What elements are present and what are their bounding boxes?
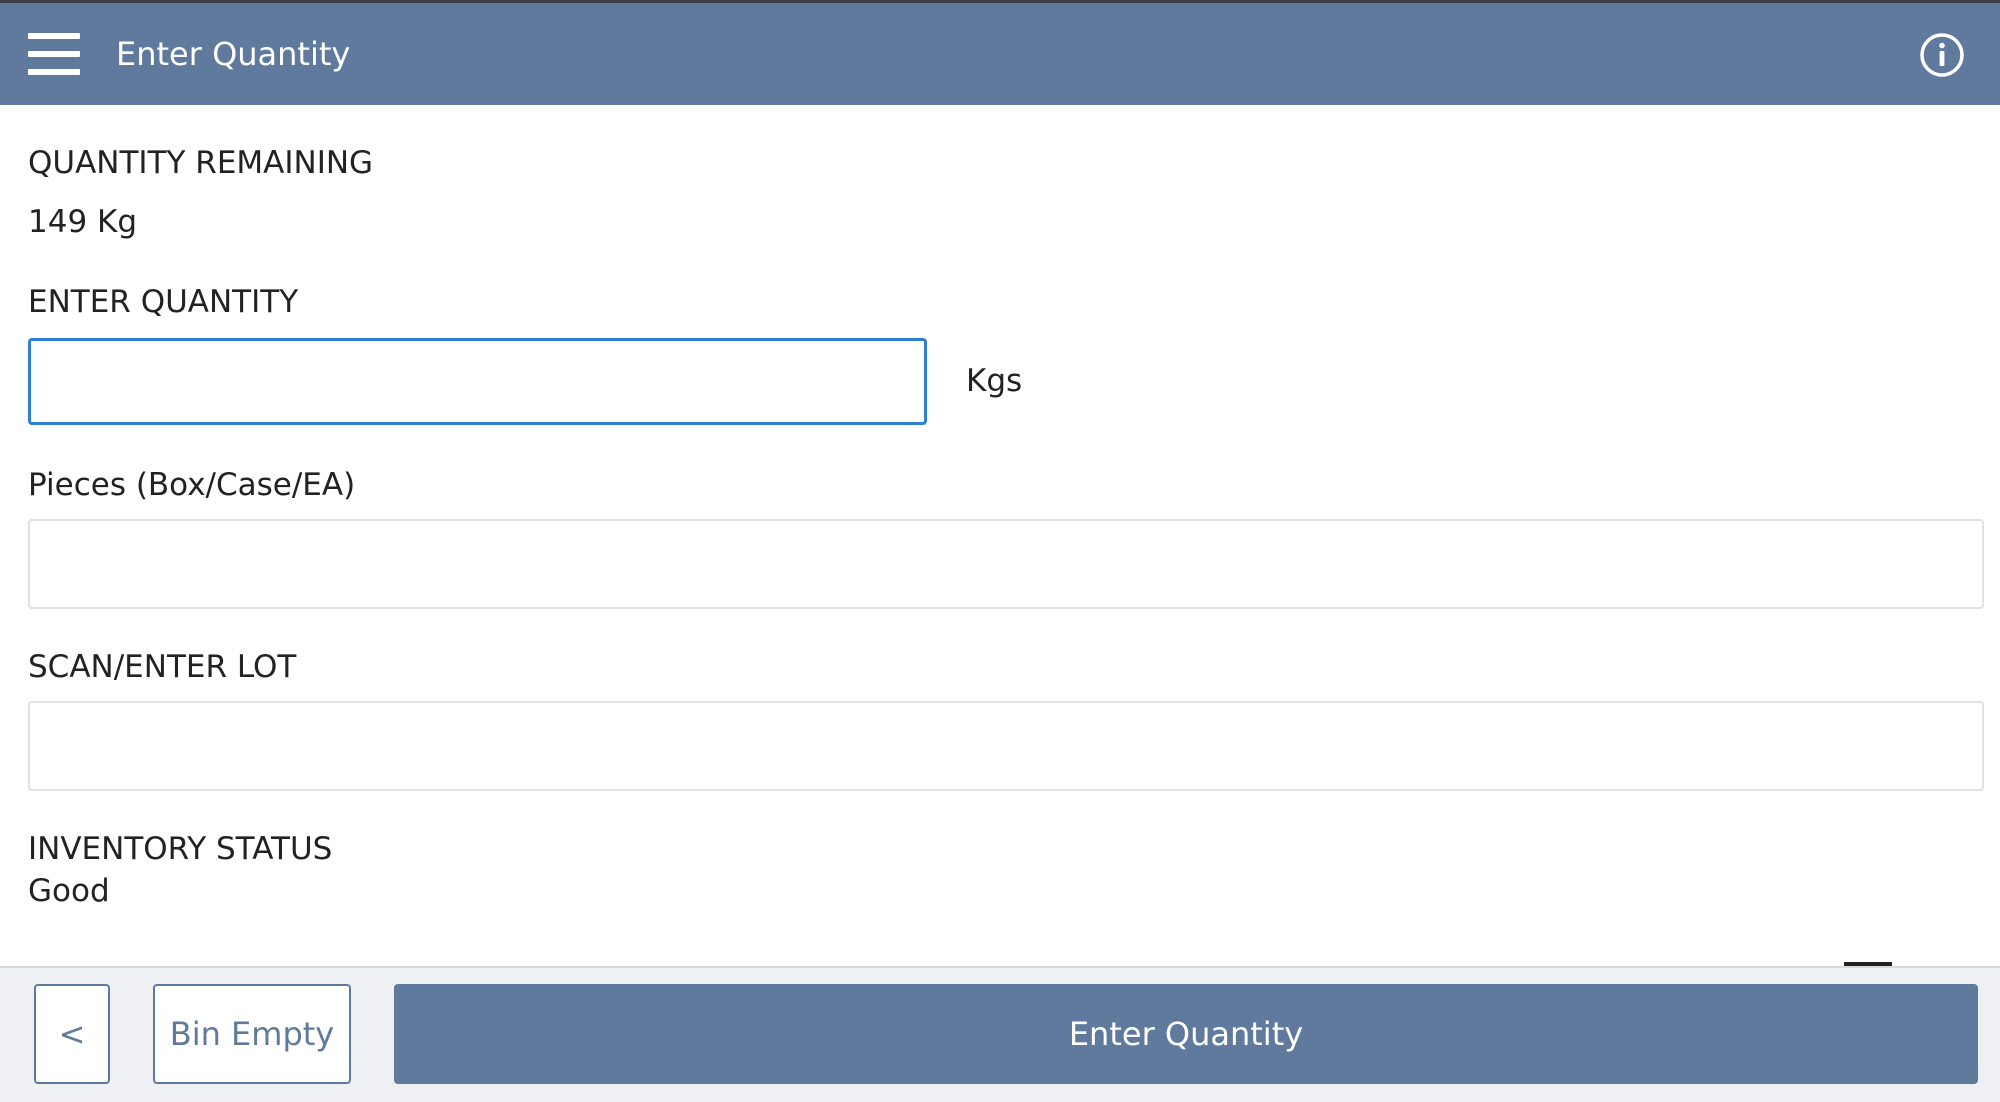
inventory-status-label: INVENTORY STATUS xyxy=(28,831,333,867)
hamburger-menu-icon[interactable] xyxy=(28,33,80,75)
inventory-status-value: Good xyxy=(28,873,110,909)
enter-quantity-label: ENTER QUANTITY xyxy=(28,284,299,320)
bin-empty-button[interactable]: Bin Empty xyxy=(153,984,351,1084)
pieces-input[interactable] xyxy=(28,519,1984,609)
page-title: Enter Quantity xyxy=(116,35,351,73)
pieces-label: Pieces (Box/Case/EA) xyxy=(28,467,356,503)
enter-quantity-button[interactable]: Enter Quantity xyxy=(394,984,1978,1084)
lot-label: SCAN/ENTER LOT xyxy=(28,649,297,685)
back-button[interactable]: < xyxy=(34,984,110,1084)
app-header: Enter Quantity xyxy=(0,3,2000,105)
quantity-remaining-label: QUANTITY REMAINING xyxy=(28,145,374,181)
quantity-remaining-value: 149 Kg xyxy=(28,204,138,240)
lot-input[interactable] xyxy=(28,701,1984,791)
info-circle-icon[interactable] xyxy=(1918,31,1966,79)
quantity-unit-label: Kgs xyxy=(966,363,1023,399)
enter-quantity-input[interactable] xyxy=(28,338,927,425)
footer-action-bar: < Bin Empty Enter Quantity xyxy=(0,966,2000,1102)
